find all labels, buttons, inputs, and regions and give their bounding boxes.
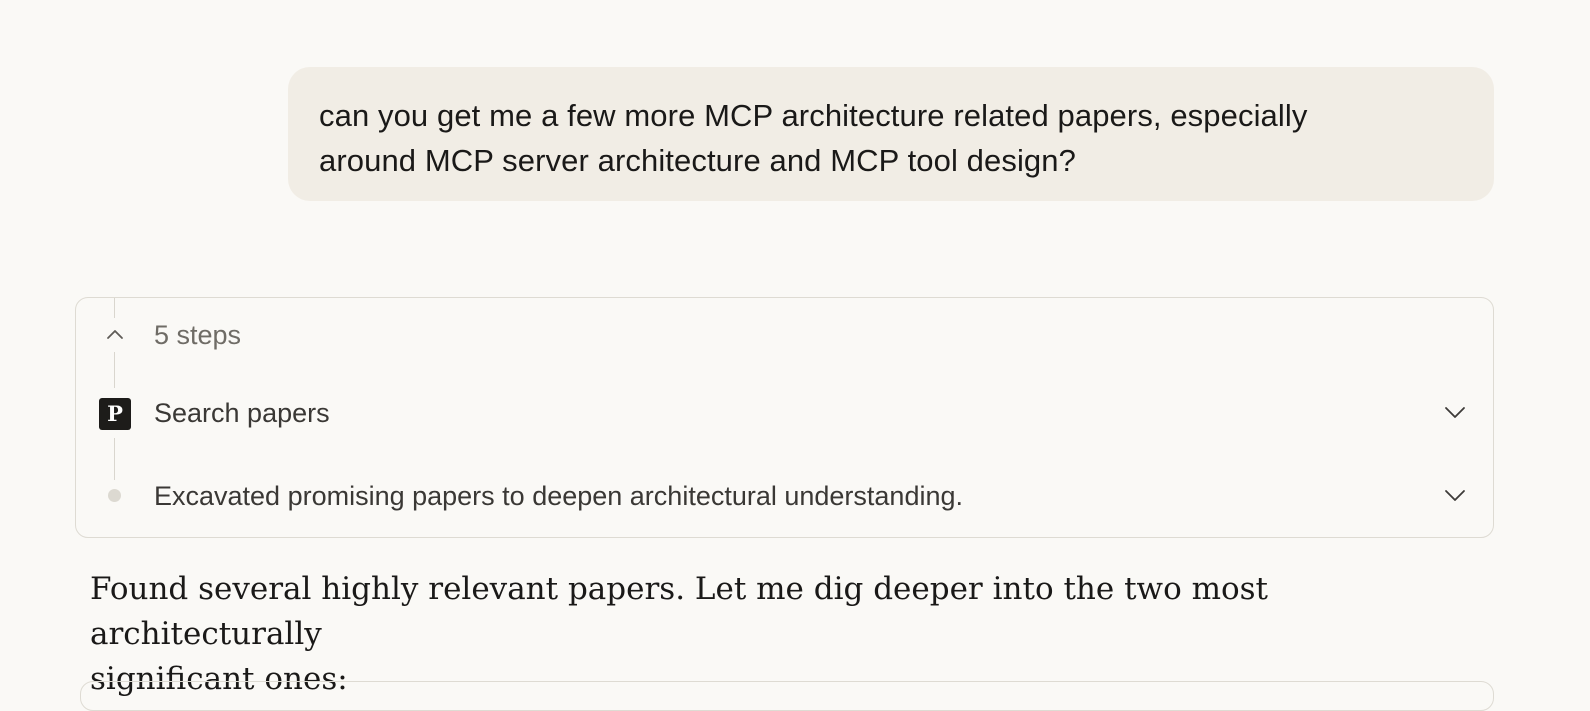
- timeline-connector: [114, 298, 115, 318]
- chevron-down-icon[interactable]: [1443, 404, 1467, 420]
- chevron-up-icon[interactable]: [106, 327, 124, 341]
- assistant-message-line-1: Found several highly relevant papers. Le…: [90, 571, 1269, 652]
- user-message-line-2: around MCP server architecture and MCP t…: [319, 143, 1076, 178]
- user-message-bubble: can you get me a few more MCP architectu…: [288, 67, 1494, 201]
- timeline-connector: [114, 352, 115, 388]
- papers-app-icon: P: [99, 398, 131, 430]
- step-search-papers[interactable]: Search papers: [154, 396, 330, 430]
- steps-count-toggle[interactable]: 5 steps: [154, 318, 241, 352]
- user-message-line-1: can you get me a few more MCP architectu…: [319, 98, 1308, 133]
- step-excavated-papers[interactable]: Excavated promising papers to deepen arc…: [154, 479, 963, 513]
- timeline-connector: [114, 438, 115, 480]
- next-steps-panel: [80, 681, 1494, 711]
- chevron-down-icon[interactable]: [1443, 487, 1467, 503]
- user-message-text: can you get me a few more MCP architectu…: [319, 93, 1462, 183]
- dot-icon: [108, 489, 121, 502]
